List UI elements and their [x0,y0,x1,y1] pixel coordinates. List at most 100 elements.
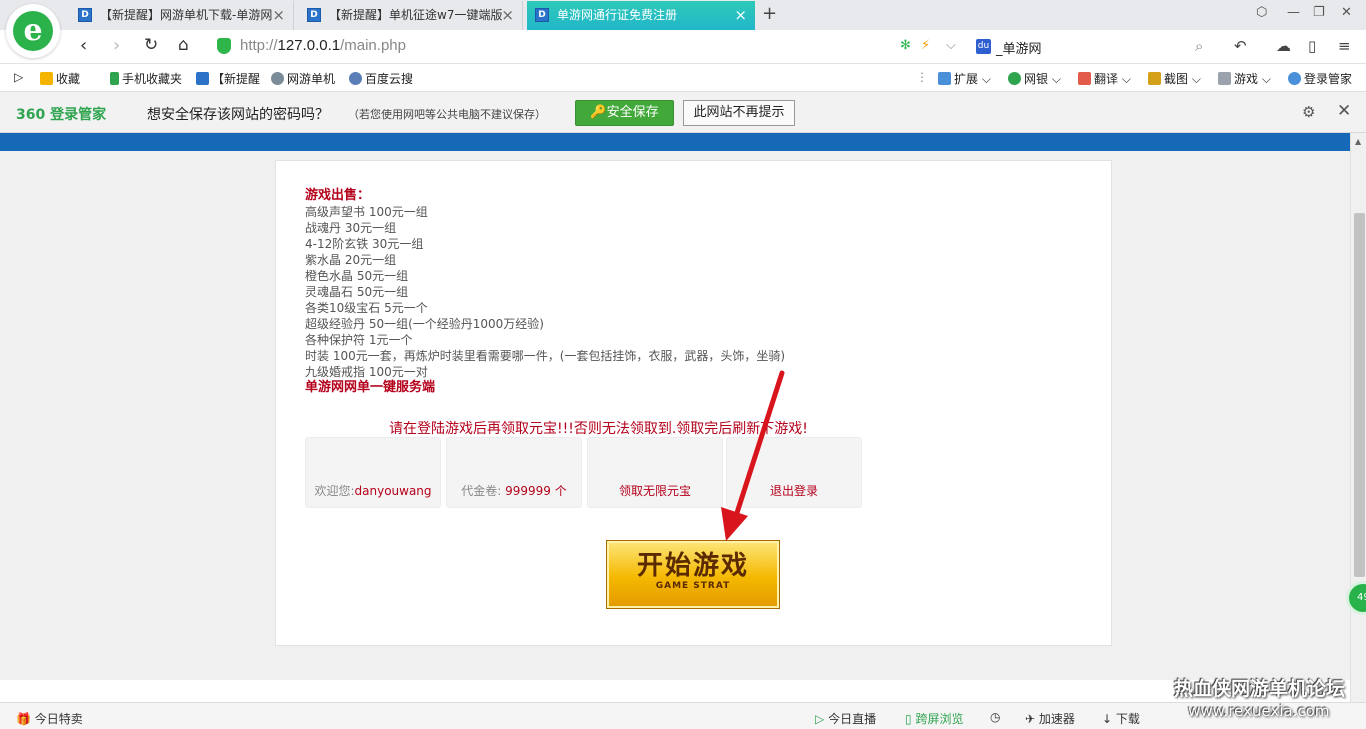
tool-screenshot[interactable]: 截图 ⌵ [1148,70,1201,87]
bookmark-mobile[interactable]: 手机收藏夹 [110,70,182,87]
sale-list: 游戏出售： 高级声望书 100元一组 战魂丹 30元一组 4-12阶玄铁 30元… [305,188,865,396]
vertical-scrollbar[interactable]: ▲ [1350,133,1366,702]
status-label: 加速器 [1038,712,1075,726]
tab-register[interactable]: D 单游网通行证免费注册 × [527,1,755,30]
close-icon[interactable]: × [734,1,747,30]
scroll-thumb[interactable] [1354,213,1365,577]
claim-box[interactable]: 领取无限元宝 [587,437,723,508]
start-game-button[interactable]: 开始游戏 GAME STRAT [606,540,780,609]
back-icon[interactable]: ‹ [80,35,87,56]
sale-item: 4-12阶玄铁 30元一组 [305,237,424,251]
status-label: 今日特卖 [34,712,83,726]
status-live[interactable]: ▷ 今日直播 [815,710,876,727]
tool-translate[interactable]: 翻译 ⌵ [1078,70,1131,87]
phone-icon [110,72,119,85]
bookmark-favorites[interactable]: 收藏 [40,70,80,87]
claim-notice: 请在登陆游戏后再领取元宝!!!否则无法领取到.领取完后刷新下游戏! [389,421,808,437]
site-favicon-icon: D [78,8,92,22]
lightning-icon[interactable]: ⚡ [921,38,930,53]
search-icon[interactable]: ⌕ [1195,37,1203,55]
extensions-icon [938,72,951,85]
sale-item: 各种保护符 1元一个 [305,333,413,347]
save-password-question: 想安全保存该网站的密码吗？ [147,107,329,123]
tool-label: 截图 [1164,72,1189,86]
site-favicon-icon: D [535,8,549,22]
never-for-site-button[interactable]: 此网站不再提示 [683,100,795,126]
tool-label: 扩展 [954,72,979,86]
speed-icon[interactable]: ✻ [900,38,911,53]
download-icon: ↓ [1102,712,1113,726]
url-input[interactable]: http://127.0.0.1/main.php [240,37,406,54]
bookmark-label: 手机收藏夹 [122,72,183,86]
more-icon[interactable]: ⋮ [916,70,928,84]
chevron-down-icon[interactable]: ⌵ [946,38,956,53]
tool-login-manager[interactable]: 登录管家 [1288,70,1352,87]
search-input[interactable]: _单游网 [996,38,1042,57]
tab-zhengtu[interactable]: D 【新提醒】单机征途w7一键端版 × [299,1,523,30]
bookmark-baidu[interactable]: 百度云搜 [349,70,413,87]
cloud-icon[interactable]: ☁ [1276,37,1291,55]
status-bar: 🎁 今日特卖 ▷ 今日直播 ▯ 跨屏浏览 ◷ ✈ 加速器 ↓ 下载 [0,702,1366,729]
rocket-icon: ✈ [1025,712,1036,726]
status-today-deals[interactable]: 🎁 今日特卖 [16,710,83,727]
home-icon[interactable]: ⌂ [178,35,189,55]
status-download[interactable]: ↓ 下载 [1102,710,1140,727]
voucher-label: 代金卷: [461,484,502,498]
status-accelerator[interactable]: ✈ 加速器 [1025,710,1075,727]
skin-icon[interactable]: ⬡ [1256,5,1267,20]
watermark-url: www.rexuexia.com [1188,702,1330,720]
new-tab-button[interactable]: + [762,3,777,24]
login-manager-brand: 360 登录管家 [16,107,107,123]
bookmark-label: 百度云搜 [365,72,414,86]
sale-item: 九级婚戒指 100元一对 [305,365,428,379]
tool-bank[interactable]: 网银 ⌵ [1008,70,1061,87]
voucher-text: 代金卷: 999999 个 [447,482,581,499]
reload-icon[interactable]: ↻ [144,35,158,55]
sale-item: 紫水晶 20元一组 [305,253,397,267]
logout-box[interactable]: 退出登录 [726,437,862,508]
page-footer-strip [0,680,1350,702]
search-engine-icon[interactable]: du [976,39,991,54]
restore-icon[interactable]: ❐ [1313,5,1325,20]
tab-wangyou[interactable]: D 【新提醒】网游单机下载-单游网 × [70,1,294,30]
bookmark-game[interactable]: 网游单机 [271,70,335,87]
account-panel: 游戏出售： 高级声望书 100元一组 战魂丹 30元一组 4-12阶玄铁 30元… [275,160,1112,646]
close-icon[interactable]: × [272,1,285,30]
gear-icon[interactable]: ⚙ [1302,103,1315,121]
tool-label: 翻译 [1094,72,1119,86]
logout-link[interactable]: 退出登录 [727,482,861,499]
phone-icon[interactable]: ▯ [1308,37,1316,55]
forward-icon[interactable]: › [113,35,120,56]
tab-label: 单游网通行证免费注册 [557,8,678,22]
minimize-icon[interactable]: — [1287,5,1300,20]
address-bar: ‹ › ↻ ⌂ http://127.0.0.1/main.php ✻ ⚡ ⌵ … [0,30,1366,64]
close-window-icon[interactable]: ✕ [1341,5,1352,20]
watermark-title: 热血侠网游单机论坛 [1174,678,1346,700]
history-icon[interactable]: ◷ [990,710,1000,724]
tool-label: 游戏 [1234,72,1259,86]
key-icon [1288,72,1301,85]
scroll-up-icon[interactable]: ▲ [1355,137,1361,146]
tool-extensions[interactable]: 扩展 ⌵ [938,70,991,87]
close-icon[interactable]: × [501,1,514,30]
browser-logo[interactable]: e [6,4,60,58]
bookmark-label: 收藏 [56,72,81,86]
secure-shield-icon [217,38,231,54]
save-password-note: （若您使用网吧等公共电脑不建议保存） [348,108,546,121]
tab-label: 【新提醒】网游单机下载-单游网 [100,8,273,22]
site-favicon-icon: D [307,8,321,22]
status-cross-screen[interactable]: ▯ 跨屏浏览 [905,710,963,727]
bank-icon [1008,72,1021,85]
tab-strip: D 【新提醒】网游单机下载-单游网 × D 【新提醒】单机征途w7一键端版 × … [0,0,1366,30]
claim-yuanbao-link[interactable]: 领取无限元宝 [588,482,722,499]
sidebar-toggle-icon[interactable]: ▷ [14,70,23,84]
tool-label: 登录管家 [1304,72,1353,86]
undo-icon[interactable]: ↶ [1234,37,1247,55]
bookmark-remind[interactable]: 【新提醒 [196,70,260,87]
close-icon[interactable]: ✕ [1337,101,1351,121]
menu-icon[interactable]: ≡ [1338,37,1351,55]
welcome-text: 欢迎您:danyouwang [306,482,440,499]
safe-save-button[interactable]: 🔑安全保存 [575,100,674,126]
e-logo-icon: e [13,11,53,51]
tool-games[interactable]: 游戏 ⌵ [1218,70,1271,87]
